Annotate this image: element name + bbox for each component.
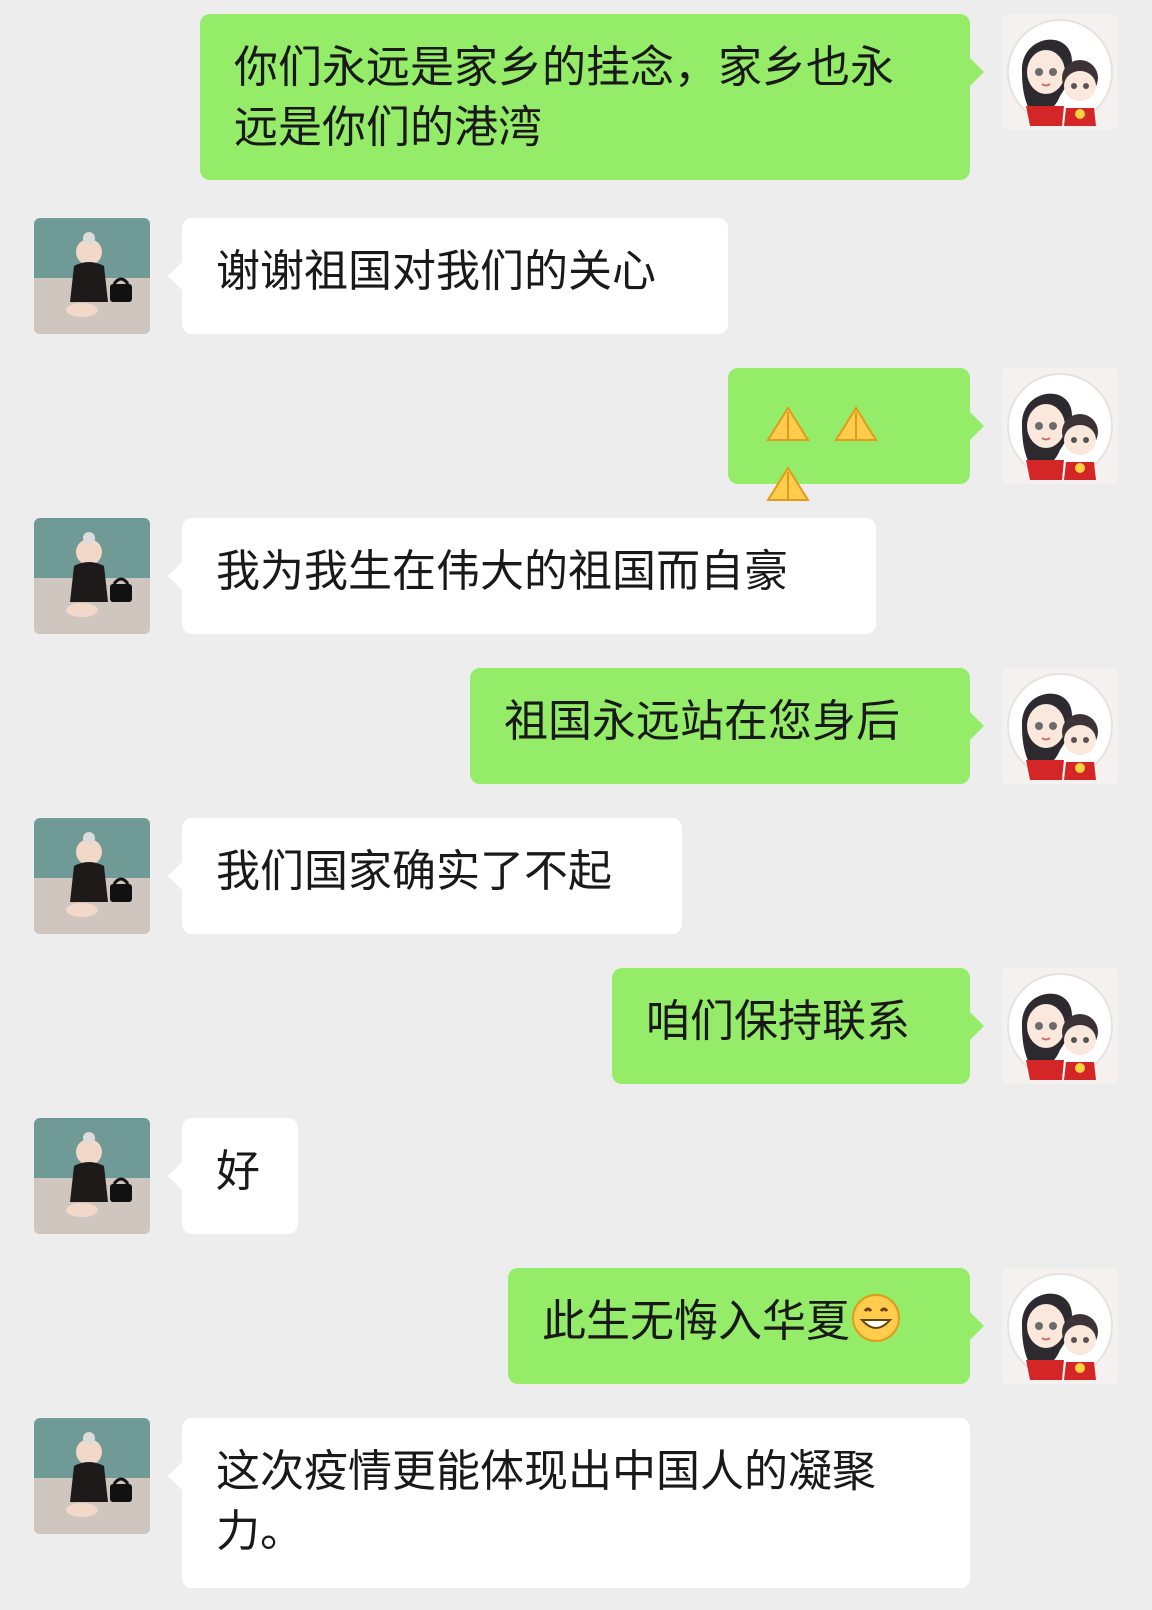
contact-avatar[interactable] (34, 1118, 150, 1234)
cartoon-couple-avatar-icon (1002, 368, 1118, 484)
baby-photo-avatar-icon (34, 1118, 150, 1234)
baby-photo-avatar-icon (34, 218, 150, 334)
incoming-message-bubble[interactable]: 好 (168, 1118, 298, 1234)
message-text: 此生无悔入华夏 (542, 1296, 850, 1347)
contact-avatar[interactable] (34, 218, 150, 334)
message-row: 此生无悔入华夏 (0, 1268, 1152, 1384)
incoming-message-bubble[interactable]: 这次疫情更能体现出中国人的凝聚力。 (168, 1418, 970, 1588)
message-text: 我们国家确实了不起 (216, 846, 612, 897)
outgoing-message-bubble[interactable]: 你们永远是家乡的挂念，家乡也永远是你们的港湾 (200, 14, 984, 180)
message-row: 祖国永远站在您身后 (0, 668, 1152, 784)
message-text: 我为我生在伟大的祖国而自豪 (216, 546, 788, 597)
contact-avatar[interactable] (34, 518, 150, 634)
message-text: 好 (216, 1146, 260, 1197)
my-avatar[interactable] (1002, 668, 1118, 784)
incoming-message-bubble[interactable]: 谢谢祖国对我们的关心 (168, 218, 728, 334)
baby-photo-avatar-icon (34, 818, 150, 934)
my-avatar[interactable] (1002, 968, 1118, 1084)
my-avatar[interactable] (1002, 14, 1118, 130)
message-text: 咱们保持联系 (646, 996, 910, 1047)
message-row: 这次疫情更能体现出中国人的凝聚力。 (0, 1418, 1152, 1588)
message-text: 你们永远是家乡的挂念，家乡也永远是你们的港湾 (234, 42, 894, 153)
incoming-message-bubble[interactable]: 我为我生在伟大的祖国而自豪 (168, 518, 876, 634)
cartoon-couple-avatar-icon (1002, 668, 1118, 784)
message-row (0, 368, 1152, 501)
message-row: 好 (0, 1118, 1152, 1234)
cartoon-couple-avatar-icon (1002, 14, 1118, 130)
baby-photo-avatar-icon (34, 518, 150, 634)
message-row: 我为我生在伟大的祖国而自豪 (0, 518, 1152, 634)
grinning-face-icon (852, 1294, 900, 1342)
contact-avatar[interactable] (34, 1418, 150, 1534)
message-row: 我们国家确实了不起 (0, 818, 1152, 934)
outgoing-message-bubble[interactable]: 祖国永远站在您身后 (470, 668, 984, 784)
outgoing-message-bubble[interactable]: 咱们保持联系 (612, 968, 984, 1084)
message-text: 这次疫情更能体现出中国人的凝聚力。 (216, 1446, 876, 1557)
outgoing-message-bubble[interactable] (728, 368, 984, 501)
baby-photo-avatar-icon (34, 1418, 150, 1534)
incoming-message-bubble[interactable]: 我们国家确实了不起 (168, 818, 682, 934)
contact-avatar[interactable] (34, 818, 150, 934)
folded-hands-icon (762, 398, 936, 518)
cartoon-couple-avatar-icon (1002, 1268, 1118, 1384)
my-avatar[interactable] (1002, 1268, 1118, 1384)
message-row: 咱们保持联系 (0, 968, 1152, 1084)
chat-history[interactable]: 你们永远是家乡的挂念，家乡也永远是你们的港湾 谢谢祖国对我们的关心 我为我生在伟… (0, 0, 1152, 1610)
message-text: 谢谢祖国对我们的关心 (216, 246, 656, 297)
message-row: 谢谢祖国对我们的关心 (0, 218, 1152, 334)
message-row: 你们永远是家乡的挂念，家乡也永远是你们的港湾 (0, 14, 1152, 180)
my-avatar[interactable] (1002, 368, 1118, 484)
cartoon-couple-avatar-icon (1002, 968, 1118, 1084)
message-text: 祖国永远站在您身后 (504, 696, 900, 747)
outgoing-message-bubble[interactable]: 此生无悔入华夏 (508, 1268, 984, 1384)
